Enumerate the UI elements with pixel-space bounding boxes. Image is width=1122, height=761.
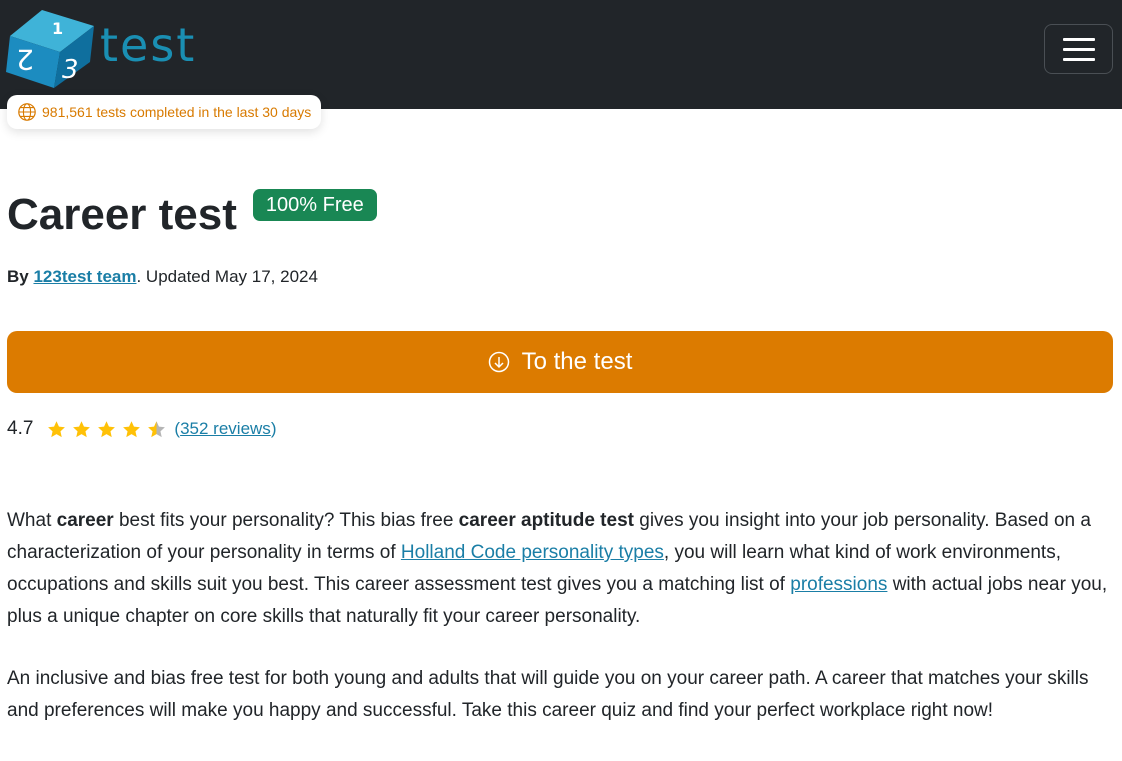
reviews-paren-close: ) [270,419,277,438]
intro-paragraph-1: What career best fits your personality? … [7,505,1115,633]
intro-text-segment: What [7,510,57,531]
star-rating [47,420,166,439]
menu-toggle-button[interactable] [1044,24,1113,74]
arrow-down-circle-icon [488,351,509,373]
intro-text: What career best fits your personality? … [7,505,1115,757]
rating-row: 4.7 (352 reviews) [7,416,276,442]
logo-text: test [100,18,197,72]
to-the-test-button[interactable]: To the test [7,331,1113,393]
free-badge: 100% Free [252,189,377,221]
intro-bold-career: career [56,510,114,531]
byline-prefix: By [7,267,29,286]
to-the-test-label: To the test [521,348,633,375]
globe-icon [18,103,36,121]
tests-completed-text: 981,561 tests completed in the last 30 d… [42,104,312,120]
star-icon [123,420,141,437]
byline: By 123test team. Updated May 17, 2024 [7,267,318,287]
star-icon [98,420,116,437]
hamburger-icon-bar [1062,47,1095,51]
navbar: 1 2 3 test [0,0,1122,109]
professions-link[interactable]: professions [790,574,887,595]
intro-text-segment: best fits your personality? This bias fr… [113,510,459,531]
tests-completed-badge: 981,561 tests completed in the last 30 d… [7,95,322,129]
logo-digit-1: 1 [52,19,63,38]
reviews-count: (352 reviews) [174,419,276,439]
intro-paragraph-2: An inclusive and bias free test for both… [7,668,1089,721]
star-icon [73,420,91,437]
holland-code-link[interactable]: Holland Code personality types [401,542,664,563]
star-icon [48,420,66,437]
hamburger-icon-bar [1062,57,1095,61]
logo-link[interactable]: 1 2 3 test [4,6,196,90]
logo-digit-3: 3 [62,55,79,85]
intro-bold-career-aptitude-test: career aptitude test [458,510,634,531]
rating-value: 4.7 [7,418,34,439]
updated-date: . Updated May 17, 2024 [136,267,318,286]
title-row: Career test 100% Free [7,188,377,242]
hamburger-icon [1062,37,1095,41]
star-half-icon [148,420,166,437]
logo-digit-2: 2 [16,43,34,76]
page-title: Career test [7,190,237,239]
reviews-link[interactable]: 352 reviews [180,419,271,438]
author-link[interactable]: 123test team [33,267,136,286]
dice-logo-icon: 1 2 3 [6,10,94,88]
